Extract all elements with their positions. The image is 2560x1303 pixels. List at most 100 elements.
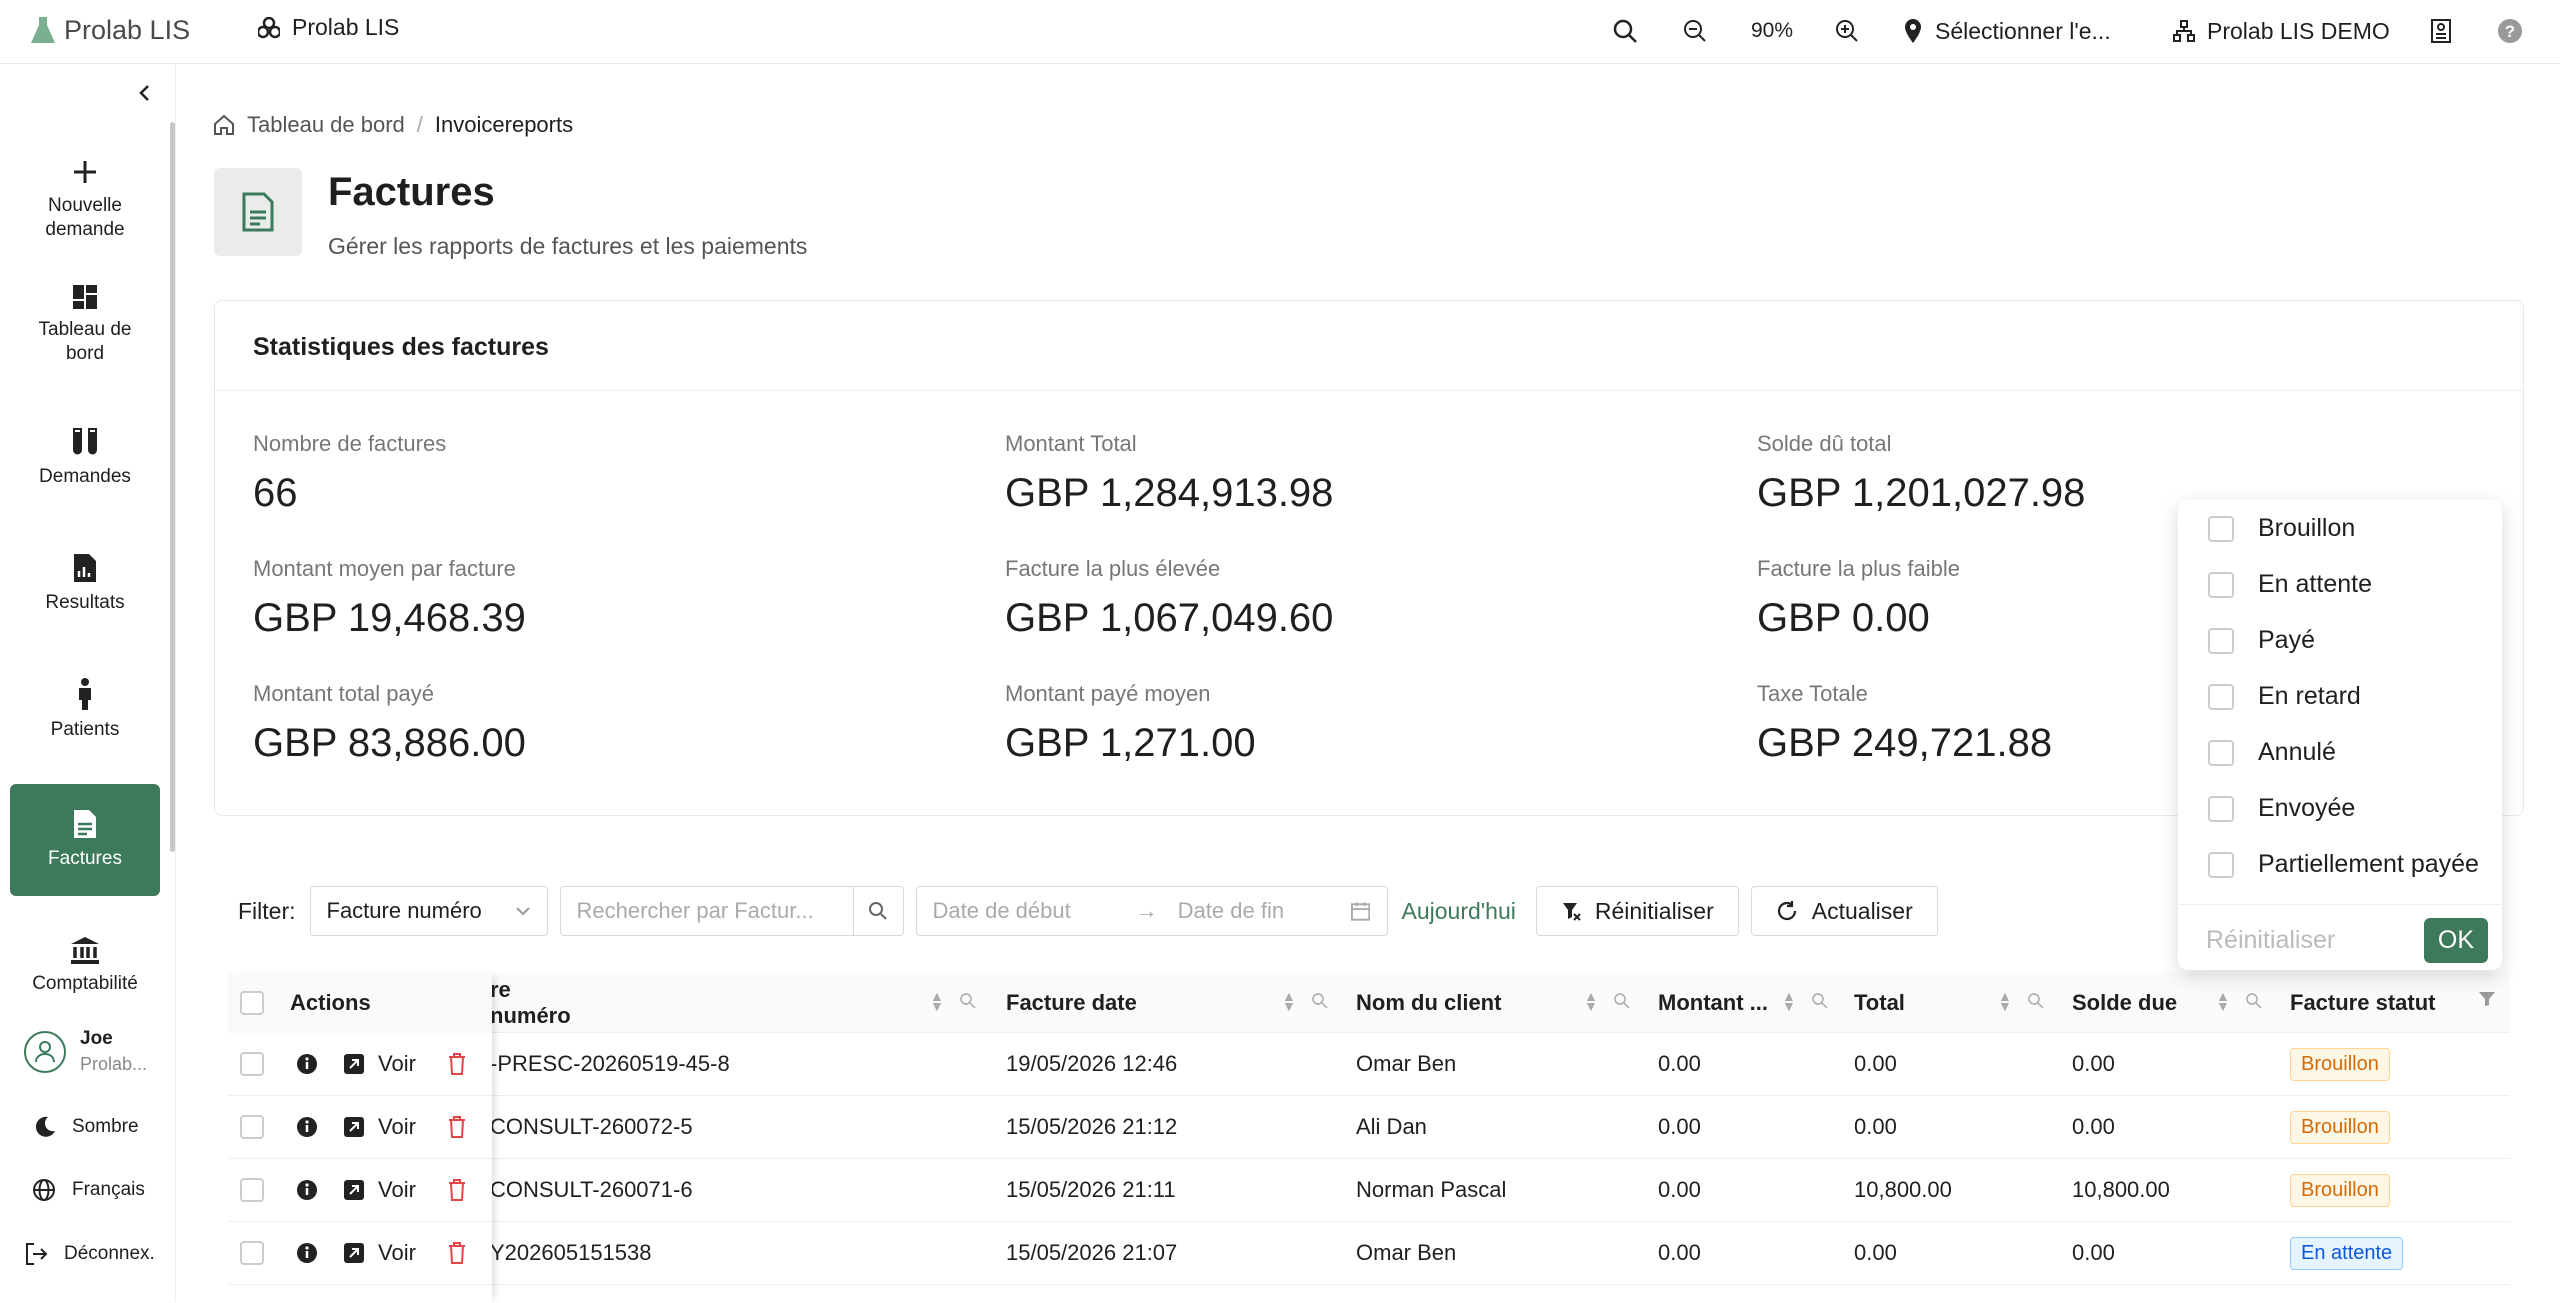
trash-icon[interactable] [448, 1116, 466, 1138]
col-number-header[interactable]: re numéro [490, 973, 590, 1032]
today-link[interactable]: Aujourd'hui [1402, 898, 1516, 925]
filter-field-select[interactable]: Facture numéro [309, 886, 548, 936]
col-total-header[interactable]: Total [1854, 973, 1905, 1032]
location-selector[interactable]: Sélectionner l'e... [1903, 0, 2111, 62]
option-checkbox[interactable] [2208, 515, 2234, 542]
status-option-partially-paid[interactable]: Partiellement payée [2208, 850, 2479, 879]
col-number-tools[interactable]: ▲ ▼ [930, 989, 976, 1013]
language-selector[interactable]: Français [32, 1178, 145, 1202]
zoom-out-button[interactable] [1683, 0, 1707, 62]
option-checkbox[interactable] [2208, 739, 2234, 766]
table-row[interactable]: Y202605151538 15/05/2026 21:07 Omar Ben … [228, 1222, 2510, 1285]
org-selector[interactable]: Prolab LIS DEMO [2173, 0, 2390, 62]
app-logo[interactable]: Prolab LIS [30, 12, 190, 48]
trash-icon[interactable] [448, 1179, 466, 1201]
search-button[interactable] [853, 886, 904, 936]
flask-logo-icon [31, 17, 55, 43]
view-button[interactable]: Voir [344, 1222, 416, 1284]
stat-label: Montant Total [1005, 431, 1137, 456]
logout-button[interactable]: Déconnex. [24, 1242, 155, 1266]
date-end-input[interactable]: Date de fin [1178, 898, 1352, 924]
cell-date: 15/05/2026 21:11 [1006, 1177, 1176, 1202]
col-due-header[interactable]: Solde due [2072, 973, 2177, 1032]
col-date-tools[interactable]: ▲ ▼ [1282, 989, 1328, 1013]
dark-mode-toggle[interactable]: Sombre [34, 1116, 139, 1138]
dropdown-reset-button[interactable]: Réinitialiser [2206, 926, 2335, 955]
trash-icon[interactable] [448, 1242, 466, 1264]
zoom-in-button[interactable] [1835, 0, 1859, 62]
sidebar-item-new-request[interactable]: Nouvelle demande [10, 144, 160, 256]
row-checkbox[interactable] [240, 1052, 264, 1076]
reset-filters-button[interactable]: Réinitialiser [1535, 886, 1739, 936]
col-client-tools[interactable]: ▲ ▼ [1584, 988, 1630, 1014]
view-button[interactable]: Voir [344, 1033, 416, 1095]
col-amount-tools[interactable]: ▲ ▼ [1782, 989, 1828, 1013]
help-button[interactable]: ? [2497, 0, 2523, 62]
cell-client: Ali Dan [1356, 1114, 1427, 1139]
row-checkbox[interactable] [240, 1115, 264, 1139]
chevron-down-icon [515, 907, 530, 916]
sidebar-item-patients[interactable]: Patients [10, 654, 160, 766]
info-icon[interactable] [296, 1053, 318, 1075]
row-checkbox[interactable] [240, 1241, 264, 1265]
row-checkbox[interactable] [240, 1178, 264, 1202]
sidebar-item-invoices[interactable]: Factures [10, 784, 160, 896]
date-range-picker[interactable]: Date de début → Date de fin [915, 886, 1388, 936]
table-row[interactable]: CONSULT-260072-5 15/05/2026 21:12 Ali Da… [228, 1096, 2510, 1159]
option-checkbox[interactable] [2208, 851, 2234, 878]
option-checkbox[interactable] [2208, 627, 2234, 654]
view-button[interactable]: Voir [344, 1159, 416, 1221]
view-label: Voir [378, 1240, 416, 1265]
col-label: Facture date [1006, 989, 1137, 1015]
sort-icon: ▲ ▼ [1584, 988, 1598, 1014]
user-menu[interactable]: Joe Prolab... [24, 1028, 147, 1075]
svg-text:?: ? [2505, 22, 2515, 41]
sidebar-item-dashboard[interactable]: Tableau de bord [10, 269, 160, 381]
col-status-header[interactable]: Facture statut [2290, 973, 2435, 1032]
view-button[interactable]: Voir [344, 1096, 416, 1158]
date-start-input[interactable]: Date de début [933, 898, 1116, 924]
info-icon[interactable] [296, 1116, 318, 1138]
info-icon[interactable] [296, 1179, 318, 1201]
sidebar-item-accounting[interactable]: Comptabilité [10, 910, 160, 1022]
sidebar-item-requests[interactable]: Demandes [10, 402, 160, 514]
breadcrumb-home[interactable]: Tableau de bord [247, 112, 405, 138]
table-row[interactable]: -PRESC-20260519-45-8 19/05/2026 12:46 Om… [228, 1033, 2510, 1096]
select-all-checkbox[interactable] [240, 991, 264, 1015]
sidebar-scrollbar[interactable] [170, 122, 175, 852]
option-checkbox[interactable] [2208, 795, 2234, 822]
avatar [24, 1030, 66, 1073]
col-date-header[interactable]: Facture date [1006, 973, 1137, 1032]
filter-label: Filter: [238, 897, 296, 924]
refresh-button[interactable]: Actualiser [1750, 886, 1938, 936]
collapse-sidebar-button[interactable] [130, 78, 160, 108]
col-client-header[interactable]: Nom du client [1356, 973, 1501, 1032]
search-input[interactable]: Rechercher par Factur... [559, 886, 854, 936]
info-icon[interactable] [296, 1242, 318, 1264]
col-amount-header[interactable]: Montant ... [1658, 973, 1768, 1032]
col-due-tools[interactable]: ▲ ▼ [2216, 989, 2262, 1013]
cell-amount: 0.00 [1658, 1051, 1701, 1076]
status-option-overdue[interactable]: En retard [2208, 682, 2361, 711]
status-option-sent[interactable]: Envoyée [2208, 794, 2355, 823]
app-switcher[interactable]: Prolab LIS [258, 14, 399, 41]
option-checkbox[interactable] [2208, 571, 2234, 598]
status-option-paid[interactable]: Payé [2208, 626, 2315, 655]
trash-icon[interactable] [448, 1053, 466, 1075]
page-subtitle: Gérer les rapports de factures et les pa… [328, 233, 808, 259]
stat-total-tax: Taxe Totale GBP 249,721.88 [1757, 681, 2052, 766]
sidebar-item-results[interactable]: Resultats [10, 528, 160, 640]
invoices-table: re numéro ▲ ▼ Facture date ▲ ▼ Nom du clie… [228, 973, 2510, 1285]
col-total-tools[interactable]: ▲ ▼ [1998, 989, 2044, 1013]
option-checkbox[interactable] [2208, 683, 2234, 710]
status-option-cancelled[interactable]: Annulé [2208, 738, 2336, 767]
dropdown-ok-button[interactable]: OK [2423, 918, 2488, 963]
row-actions: Voir [228, 1159, 492, 1222]
search-icon [2246, 993, 2262, 1009]
status-filter-trigger[interactable] [2478, 991, 2496, 1007]
status-option-draft[interactable]: Brouillon [2208, 514, 2355, 543]
table-row[interactable]: CONSULT-260071-6 15/05/2026 21:11 Norman… [228, 1159, 2510, 1222]
status-option-pending[interactable]: En attente [2208, 570, 2372, 599]
report-button[interactable] [2430, 0, 2452, 62]
search-button[interactable] [1612, 0, 1638, 62]
